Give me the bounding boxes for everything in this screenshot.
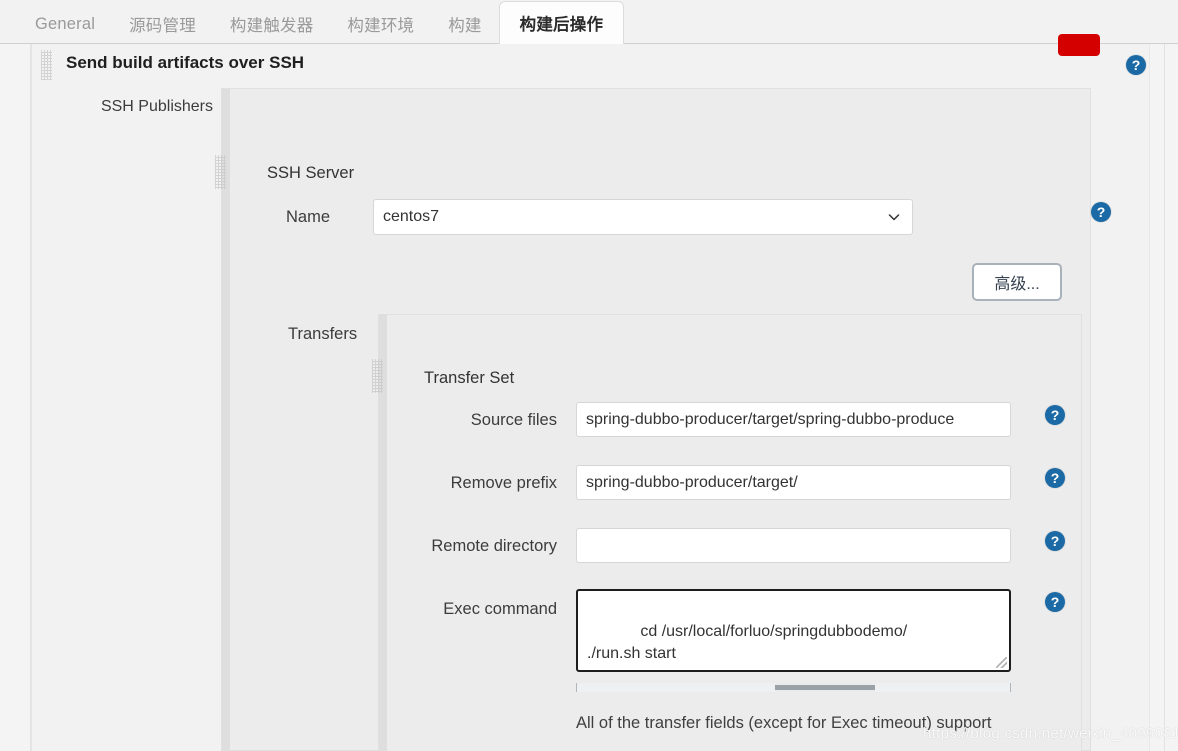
advanced-button-label: 高级... (994, 270, 1039, 294)
remote-directory-label: Remote directory (389, 537, 557, 556)
remove-prefix-label: Remove prefix (389, 474, 557, 493)
drag-handle-icon[interactable] (41, 50, 52, 80)
tab-build[interactable]: 构建 (431, 4, 498, 44)
help-icon[interactable]: ? (1091, 202, 1111, 222)
advanced-button[interactable]: 高级... (972, 263, 1062, 301)
tab-build-triggers[interactable]: 构建触发器 (213, 4, 331, 44)
tab-build-environment[interactable]: 构建环境 (330, 4, 431, 44)
help-icon[interactable]: ? (1045, 531, 1065, 551)
remove-prefix-input[interactable]: spring-dubbo-producer/target/ (576, 465, 1011, 500)
jenkins-job-config-screen: General 源码管理 构建触发器 构建环境 构建 构建后操作 (0, 0, 1178, 751)
help-icon[interactable]: ? (1045, 592, 1065, 612)
name-label: Name (212, 208, 330, 227)
transfer-note: All of the transfer fields (except for E… (576, 705, 1046, 751)
exec-command-textarea[interactable]: cd /usr/local/forluo/springdubbodemo/ ./… (576, 589, 1011, 672)
tab-label: General (35, 15, 95, 34)
help-icon[interactable]: ? (1126, 55, 1146, 75)
exec-command-label: Exec command (389, 600, 557, 619)
post-build-action-block: Send build artifacts over SSH ? SSH Publ… (30, 44, 1149, 751)
transfer-note-text: All of the transfer fields (except for E… (576, 714, 991, 751)
tab-general[interactable]: General (18, 4, 112, 44)
config-tabbar: General 源码管理 构建触发器 构建环境 构建 构建后操作 (0, 0, 1178, 44)
ssh-server-name-value: centos7 (383, 208, 439, 226)
column-rule (1149, 44, 1150, 751)
column-rule (1164, 44, 1165, 751)
section-title: Send build artifacts over SSH (66, 53, 304, 73)
help-icon[interactable]: ? (1045, 468, 1065, 488)
remove-prefix-value: spring-dubbo-producer/target/ (586, 474, 798, 492)
delete-button[interactable] (1058, 34, 1100, 56)
drag-handle-icon[interactable] (372, 359, 383, 393)
chevron-down-icon (888, 211, 900, 223)
source-files-input[interactable]: spring-dubbo-producer/target/spring-dubb… (576, 402, 1011, 437)
tab-label: 构建后操作 (520, 11, 604, 35)
exec-command-value: cd /usr/local/forluo/springdubbodemo/ ./… (587, 623, 907, 663)
tab-label: 构建触发器 (230, 12, 314, 36)
config-page-canvas: Send build artifacts over SSH ? SSH Publ… (0, 44, 1178, 751)
tab-label: 源码管理 (129, 12, 196, 36)
transfers-panel: Transfer Set Source files spring-dubbo-p… (378, 314, 1082, 751)
config-tab-list: General 源码管理 构建触发器 构建环境 构建 构建后操作 (18, 0, 624, 44)
ssh-publishers-panel: SSH Server Name centos7 ? 高级... Transfer… (221, 88, 1091, 751)
remote-directory-input[interactable] (576, 528, 1011, 563)
horizontal-scrollbar[interactable] (576, 683, 1011, 692)
tab-label: 构建 (448, 12, 481, 36)
tab-post-build-actions[interactable]: 构建后操作 (499, 1, 625, 44)
ssh-publishers-label: SSH Publishers (32, 98, 213, 116)
transfer-set-title: Transfer Set (424, 369, 514, 388)
help-icon[interactable]: ? (1045, 405, 1065, 425)
drag-handle-icon[interactable] (215, 155, 226, 189)
source-files-label: Source files (389, 411, 557, 430)
tab-label: 构建环境 (347, 12, 414, 36)
source-files-value: spring-dubbo-producer/target/spring-dubb… (586, 411, 954, 429)
ssh-server-title: SSH Server (267, 164, 354, 183)
resize-handle-icon[interactable] (996, 657, 1007, 668)
tab-source-code-management[interactable]: 源码管理 (112, 4, 213, 44)
ssh-server-name-select[interactable]: centos7 (373, 199, 913, 235)
scrollbar-thumb[interactable] (775, 683, 875, 692)
